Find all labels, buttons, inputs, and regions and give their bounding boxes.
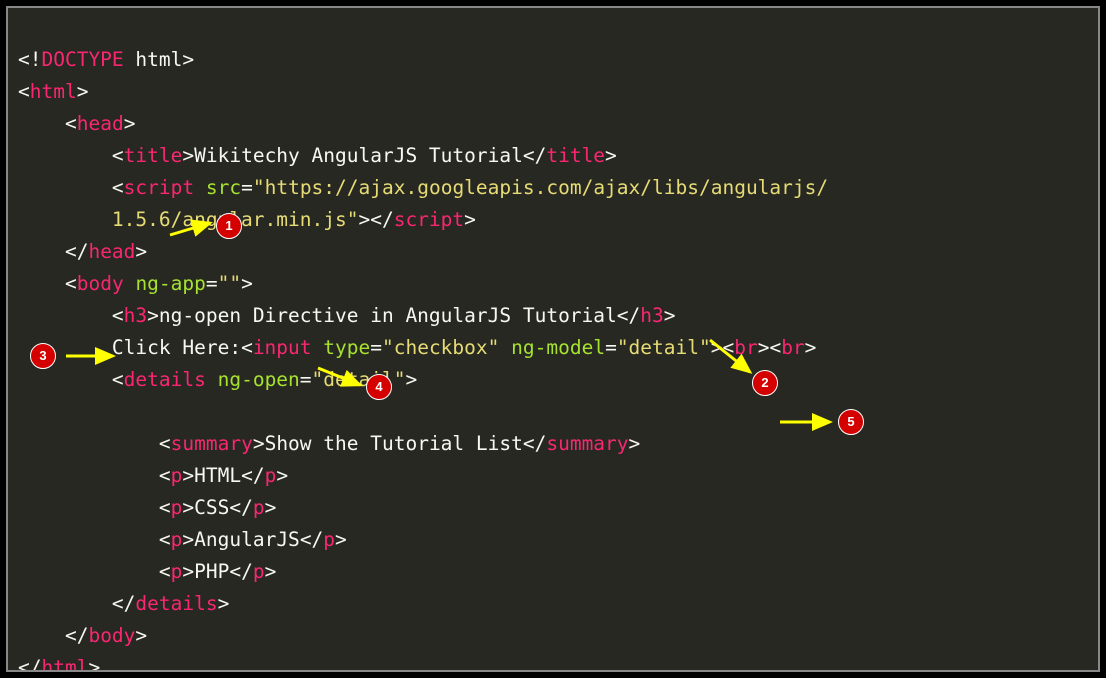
code-line-8: <body ng-app=""> — [18, 272, 253, 295]
code-line-13: <summary>Show the Tutorial List</summary… — [18, 432, 640, 455]
tag-body-close: body — [88, 624, 135, 647]
title-text: Wikitechy AngularJS Tutorial — [194, 144, 523, 167]
code-line-12 — [18, 400, 159, 423]
code-line-2: <html> — [18, 80, 88, 103]
tag-p-3: p — [171, 528, 183, 551]
tag-head-close: head — [88, 240, 135, 263]
code-line-5: <script src="https://ajax.googleapis.com… — [18, 176, 828, 199]
attr-ngapp: ng-app — [135, 272, 205, 295]
tag-br: br — [734, 336, 757, 359]
punct: <! — [18, 48, 41, 71]
tag-p-close-2: p — [253, 496, 265, 519]
code-line-15: <p>CSS</p> — [18, 496, 276, 519]
attr-src: src — [206, 176, 241, 199]
p3-text: AngularJS — [194, 528, 300, 551]
tag-input: input — [253, 336, 312, 359]
tag-details: details — [124, 368, 206, 391]
annotation-badge-3: 3 — [30, 343, 56, 369]
code-line-11: <details ng-open="detail"> — [18, 368, 417, 391]
tag-p: p — [171, 464, 183, 487]
code-line-3: <head> — [18, 112, 135, 135]
code-line-17: <p>PHP</p> — [18, 560, 276, 583]
p4-text: PHP — [194, 560, 229, 583]
tag-details-close: details — [135, 592, 217, 615]
tag-script: script — [124, 176, 194, 199]
attr-type: type — [323, 336, 370, 359]
tag-p-4: p — [171, 560, 183, 583]
attr-ngopen: ng-open — [218, 368, 300, 391]
tag-h3-close: h3 — [640, 304, 663, 327]
tag-br-2: br — [781, 336, 804, 359]
src-value-1: "https://ajax.googleapis.com/ajax/libs/a… — [253, 176, 828, 199]
type-value: "checkbox" — [382, 336, 499, 359]
code-line-14: <p>HTML</p> — [18, 464, 288, 487]
annotation-badge-4: 4 — [366, 374, 392, 400]
annotation-badge-2: 2 — [752, 370, 778, 396]
code-line-16: <p>AngularJS</p> — [18, 528, 347, 551]
punct: > — [182, 48, 194, 71]
click-here-text: Click Here: — [112, 336, 241, 359]
p1-text: HTML — [194, 464, 241, 487]
summary-text: Show the Tutorial List — [265, 432, 523, 455]
tag-summary-close: summary — [546, 432, 628, 455]
ngapp-value: "" — [218, 272, 241, 295]
p2-text: CSS — [194, 496, 229, 519]
tag-p-close-3: p — [323, 528, 335, 551]
code-line-6: 1.5.6/angular.min.js"></script> — [18, 208, 476, 231]
annotation-badge-1: 1 — [216, 213, 242, 239]
tag-body: body — [77, 272, 124, 295]
tag-title: title — [124, 144, 183, 167]
code-line-7: </head> — [18, 240, 147, 263]
doctype-keyword: DOCTYPE — [41, 48, 123, 71]
code-line-19: </body> — [18, 624, 147, 647]
tag-summary: summary — [171, 432, 253, 455]
h3-text: ng-open Directive in AngularJS Tutorial — [159, 304, 617, 327]
tag-script-close: script — [394, 208, 464, 231]
code-line-20: </html> — [18, 656, 100, 672]
code-line-18: </details> — [18, 592, 229, 615]
annotation-badge-5: 5 — [838, 409, 864, 435]
tag-h3: h3 — [124, 304, 147, 327]
tag-html-close: html — [41, 656, 88, 672]
code-editor: <!DOCTYPE html> <html> <head> <title>Wik… — [6, 6, 1100, 672]
tag-title-close: title — [546, 144, 605, 167]
tag-head: head — [77, 112, 124, 135]
doctype-text: html — [124, 48, 183, 71]
code-line-1: <!DOCTYPE html> — [18, 48, 194, 71]
tag-p-close-4: p — [253, 560, 265, 583]
tag-p-2: p — [171, 496, 183, 519]
ngmodel-value: "detail" — [617, 336, 711, 359]
attr-ngmodel: ng-model — [511, 336, 605, 359]
code-line-4: <title>Wikitechy AngularJS Tutorial</tit… — [18, 144, 617, 167]
tag-p-close: p — [265, 464, 277, 487]
code-line-10: Click Here:<input type="checkbox" ng-mod… — [18, 336, 816, 359]
code-line-9: <h3>ng-open Directive in AngularJS Tutor… — [18, 304, 676, 327]
tag-html: html — [30, 80, 77, 103]
